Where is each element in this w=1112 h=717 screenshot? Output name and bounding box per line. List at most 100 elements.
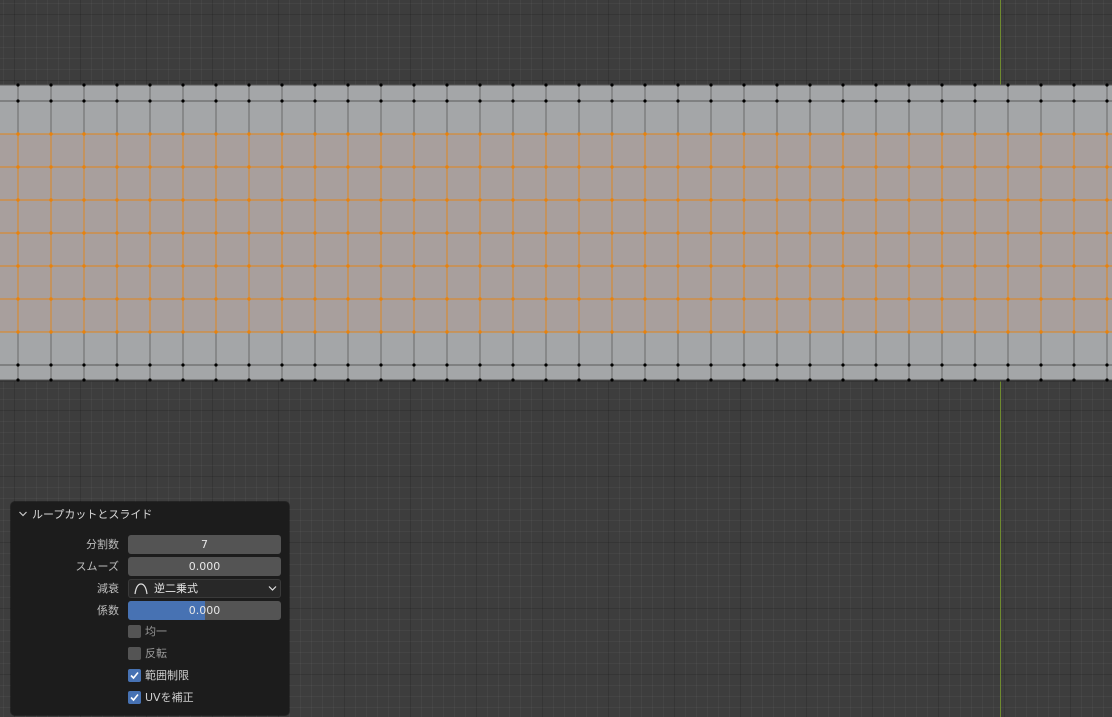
selected-vertex: [676, 132, 680, 136]
vertex: [808, 83, 812, 87]
selected-vertex: [478, 297, 482, 301]
selected-vertex: [214, 330, 218, 334]
vertex: [643, 99, 647, 103]
selected-vertex: [610, 132, 614, 136]
cuts-field[interactable]: 7: [128, 535, 281, 554]
vertex: [841, 83, 845, 87]
smoothness-field[interactable]: 0.000: [128, 557, 281, 576]
selected-vertex: [346, 231, 350, 235]
vertex: [973, 99, 977, 103]
selected-vertex: [49, 198, 53, 202]
vertex: [841, 363, 845, 367]
selected-vertex: [775, 231, 779, 235]
vertex: [907, 99, 911, 103]
selected-vertex: [610, 297, 614, 301]
vertex: [346, 378, 350, 382]
selected-vertex: [181, 297, 185, 301]
selected-vertex: [643, 198, 647, 202]
selected-vertex: [1039, 132, 1043, 136]
vertex: [412, 83, 416, 87]
vertex: [643, 83, 647, 87]
selected-vertex: [214, 165, 218, 169]
vertex: [511, 83, 515, 87]
flipped-checkbox[interactable]: [128, 647, 141, 660]
vertex: [973, 83, 977, 87]
vertex: [379, 99, 383, 103]
vertex: [148, 378, 152, 382]
selected-vertex: [973, 297, 977, 301]
selected-vertex: [841, 165, 845, 169]
selected-vertex: [115, 198, 119, 202]
vertex: [511, 363, 515, 367]
vertex: [544, 83, 548, 87]
factor-slider[interactable]: 0.000: [128, 601, 281, 620]
vertex: [82, 378, 86, 382]
selected-vertex: [511, 165, 515, 169]
falloff-dropdown[interactable]: 逆二乗式: [128, 579, 281, 598]
selected-vertex: [1072, 297, 1076, 301]
selected-vertex: [148, 297, 152, 301]
selected-vertex: [1105, 330, 1109, 334]
vertex: [313, 363, 317, 367]
selected-vertex: [676, 231, 680, 235]
selected-vertex: [940, 198, 944, 202]
vertex: [82, 83, 86, 87]
selected-vertex: [709, 330, 713, 334]
vertex: [280, 83, 284, 87]
selected-vertex: [1105, 264, 1109, 268]
selected-vertex: [346, 132, 350, 136]
operator-panel-header[interactable]: ループカットとスライド: [11, 502, 289, 526]
selected-vertex: [775, 132, 779, 136]
vertex: [280, 99, 284, 103]
factor-label: 係数: [97, 604, 119, 617]
selected-vertex: [841, 297, 845, 301]
selected-vertex: [1072, 264, 1076, 268]
selected-vertex: [181, 231, 185, 235]
smoothness-row: スムーズ 0.000: [11, 557, 289, 576]
selected-vertex: [742, 165, 746, 169]
vertex: [82, 99, 86, 103]
vertex: [1006, 378, 1010, 382]
selected-vertex: [841, 132, 845, 136]
vertex: [247, 363, 251, 367]
falloff-row: 減衰 逆二乗式: [11, 579, 289, 598]
vertex: [115, 363, 119, 367]
selected-vertex: [181, 330, 185, 334]
selected-vertex: [1039, 165, 1043, 169]
selected-vertex: [742, 330, 746, 334]
correct-uv-checkbox[interactable]: [128, 691, 141, 704]
vertex: [445, 83, 449, 87]
selected-vertex: [82, 132, 86, 136]
vertex: [577, 99, 581, 103]
selected-vertex: [478, 330, 482, 334]
selected-vertex: [544, 165, 548, 169]
smoothness-label: スムーズ: [75, 560, 119, 573]
vertex: [940, 83, 944, 87]
selected-vertex: [16, 231, 20, 235]
vertex: [49, 83, 53, 87]
selected-vertex: [907, 165, 911, 169]
selected-vertex: [874, 297, 878, 301]
selected-vertex: [148, 231, 152, 235]
selected-vertex: [841, 198, 845, 202]
vertex: [742, 99, 746, 103]
clamp-checkbox[interactable]: [128, 669, 141, 682]
vertex: [610, 83, 614, 87]
chevron-down-icon[interactable]: [18, 509, 28, 519]
selected-vertex: [379, 330, 383, 334]
even-checkbox[interactable]: [128, 625, 141, 638]
falloff-label: 減衰: [97, 582, 119, 595]
vertex: [16, 378, 20, 382]
selected-vertex: [940, 264, 944, 268]
vertex: [181, 83, 185, 87]
selected-vertex: [280, 165, 284, 169]
selected-vertex: [577, 297, 581, 301]
selected-vertex: [1006, 165, 1010, 169]
falloff-value: 逆二乗式: [154, 582, 198, 595]
selected-vertex: [247, 330, 251, 334]
selected-vertex: [577, 231, 581, 235]
selected-vertex: [940, 165, 944, 169]
operator-panel[interactable]: ループカットとスライド 分割数 7 スムーズ 0.000 減衰 逆二乗式 係数 …: [11, 502, 289, 715]
selected-vertex: [742, 198, 746, 202]
selected-vertex: [247, 297, 251, 301]
